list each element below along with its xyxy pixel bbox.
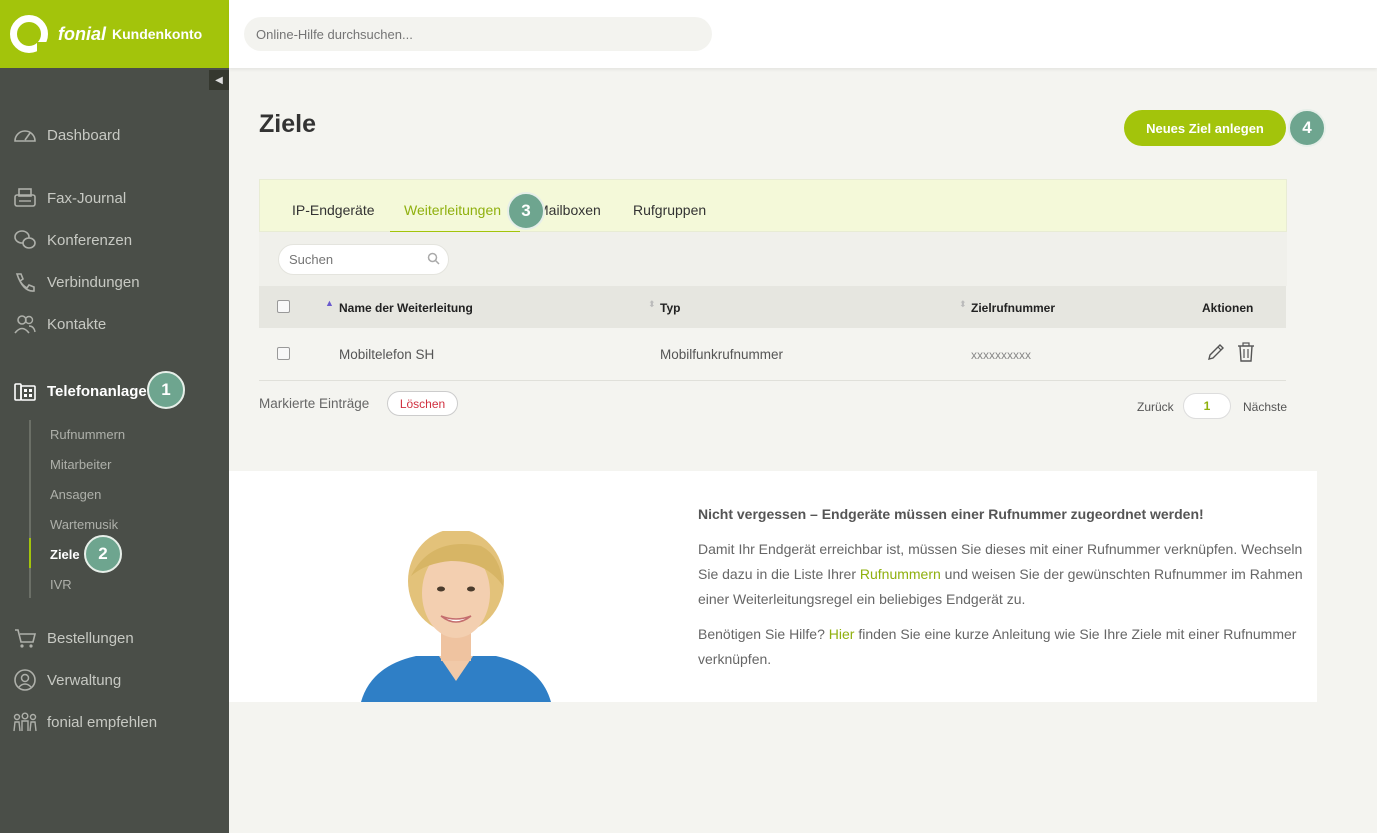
tab-rufgruppen[interactable]: Rufgruppen (633, 202, 706, 218)
brand-name: fonial (58, 23, 106, 44)
sidebar: fonial Kundenkonto ◀ Dashboard Fax-Journ… (0, 0, 229, 833)
sidebar-item-label: Verbindungen (47, 273, 140, 291)
step-marker-3: 3 (507, 192, 545, 230)
sidebar-item-label: Fax-Journal (47, 189, 127, 207)
step-marker-2: 2 (84, 535, 122, 573)
sidebar-item-telefonanlage[interactable]: Telefonanlage (12, 380, 147, 402)
sidebar-sub-item-rufnummern[interactable]: Rufnummern (50, 427, 125, 442)
delete-trash-icon[interactable] (1237, 342, 1257, 364)
sidebar-item-fonial-empfehlen[interactable]: fonial empfehlen (12, 711, 157, 733)
logo-bar[interactable]: fonial Kundenkonto (0, 0, 229, 68)
cart-icon (12, 627, 38, 649)
column-header-aktionen: Aktionen (1202, 301, 1254, 315)
sub-nav-line (29, 420, 31, 598)
office-phone-icon (12, 380, 38, 402)
cell-target-number: xxxxxxxxxx (971, 348, 1031, 362)
table-search-input[interactable] (278, 244, 449, 275)
sidebar-item-kontakte[interactable]: Kontakte (12, 313, 106, 335)
pagination-prev[interactable]: Zurück (1137, 400, 1174, 414)
info-text: Benötigen Sie Hilfe? (698, 626, 829, 642)
step-marker-1: 1 (147, 371, 185, 409)
sidebar-item-fax-journal[interactable]: Fax-Journal (12, 187, 126, 209)
user-circle-icon (12, 669, 38, 691)
top-bar (229, 0, 1377, 68)
pagination-next[interactable]: Nächste (1243, 400, 1287, 414)
sidebar-sub-item-mitarbeiter[interactable]: Mitarbeiter (50, 457, 111, 472)
row-checkbox[interactable] (277, 347, 290, 360)
tab-bar: IP-Endgeräte Weiterleitungen Mailboxen R… (259, 179, 1287, 233)
sidebar-item-verbindungen[interactable]: Verbindungen (12, 271, 140, 293)
chat-bubbles-icon (12, 229, 38, 251)
fonial-logo-icon (10, 15, 48, 53)
column-header-name[interactable]: Name der Weiterleitung (339, 301, 473, 315)
sidebar-item-label: Dashboard (47, 126, 121, 144)
column-header-typ[interactable]: Typ (660, 301, 680, 315)
sidebar-item-label: Verwaltung (47, 671, 122, 689)
sidebar-sub-item-ansagen[interactable]: Ansagen (50, 487, 101, 502)
select-all-checkbox[interactable] (277, 300, 290, 313)
collapse-sidebar-icon[interactable]: ◀ (209, 70, 229, 90)
tab-weiterleitungen[interactable]: Weiterleitungen (404, 202, 501, 218)
sort-icon[interactable]: ⬍ (648, 299, 656, 310)
pagination-current-page[interactable]: 1 (1183, 393, 1231, 419)
sidebar-item-label: Konferenzen (47, 231, 133, 249)
sidebar-item-verwaltung[interactable]: Verwaltung (12, 669, 121, 691)
sidebar-item-label: Telefonanlage (47, 382, 147, 400)
delete-selected-button[interactable]: Löschen (387, 391, 458, 416)
cell-name: Mobiltelefon SH (339, 347, 435, 362)
info-paragraph-2: Benötigen Sie Hilfe? Hier finden Sie ein… (698, 622, 1308, 672)
speedometer-icon (12, 124, 38, 146)
sort-asc-icon[interactable]: ▲ (325, 298, 334, 308)
info-section: Nicht vergessen – Endgeräte müssen einer… (229, 471, 1317, 702)
filter-bar (259, 232, 1287, 286)
phone-icon (12, 271, 38, 293)
marked-entries-label: Markierte Einträge (259, 396, 370, 411)
sidebar-sub-item-ivr[interactable]: IVR (50, 577, 72, 592)
sidebar-item-bestellungen[interactable]: Bestellungen (12, 627, 134, 649)
rufnummern-link[interactable]: Rufnummern (860, 566, 941, 582)
sub-nav-active-indicator (29, 538, 31, 568)
sidebar-sub-item-ziele[interactable]: Ziele (50, 547, 80, 562)
table-row: Mobiltelefon SH Mobilfunkrufnummer xxxxx… (259, 328, 1286, 381)
sidebar-item-label: Bestellungen (47, 629, 134, 647)
info-title: Nicht vergessen – Endgeräte müssen einer… (698, 506, 1204, 522)
sort-icon[interactable]: ⬍ (959, 299, 967, 310)
brand-sub: Kundenkonto (112, 26, 203, 42)
people-icon (12, 313, 38, 335)
sidebar-item-label: Kontakte (47, 315, 107, 333)
step-marker-4: 4 (1288, 109, 1326, 147)
sidebar-item-konferenzen[interactable]: Konferenzen (12, 229, 132, 251)
group-icon (12, 711, 38, 733)
info-paragraph-1: Damit Ihr Endgerät erreichbar ist, müsse… (698, 537, 1308, 612)
fax-icon (12, 187, 38, 209)
page-title: Ziele (259, 110, 316, 138)
search-icon (427, 252, 440, 268)
table-header: ▲ Name der Weiterleitung ⬍ Typ ⬍ Zielruf… (259, 286, 1286, 328)
tab-mailboxen[interactable]: Mailboxen (537, 202, 601, 218)
help-search-input[interactable] (244, 17, 712, 51)
column-header-zielrufnummer[interactable]: Zielrufnummer (971, 301, 1055, 315)
sidebar-sub-item-wartemusik[interactable]: Wartemusik (50, 517, 118, 532)
support-woman-image (361, 531, 551, 702)
help-here-link[interactable]: Hier (829, 626, 855, 642)
sidebar-item-label: fonial empfehlen (47, 713, 158, 731)
new-target-button[interactable]: Neues Ziel anlegen (1124, 110, 1286, 146)
sidebar-item-dashboard[interactable]: Dashboard (12, 124, 120, 146)
tab-ip-endgeraete[interactable]: IP-Endgeräte (292, 202, 375, 218)
edit-pencil-icon[interactable] (1206, 342, 1226, 364)
cell-type: Mobilfunkrufnummer (660, 347, 784, 362)
